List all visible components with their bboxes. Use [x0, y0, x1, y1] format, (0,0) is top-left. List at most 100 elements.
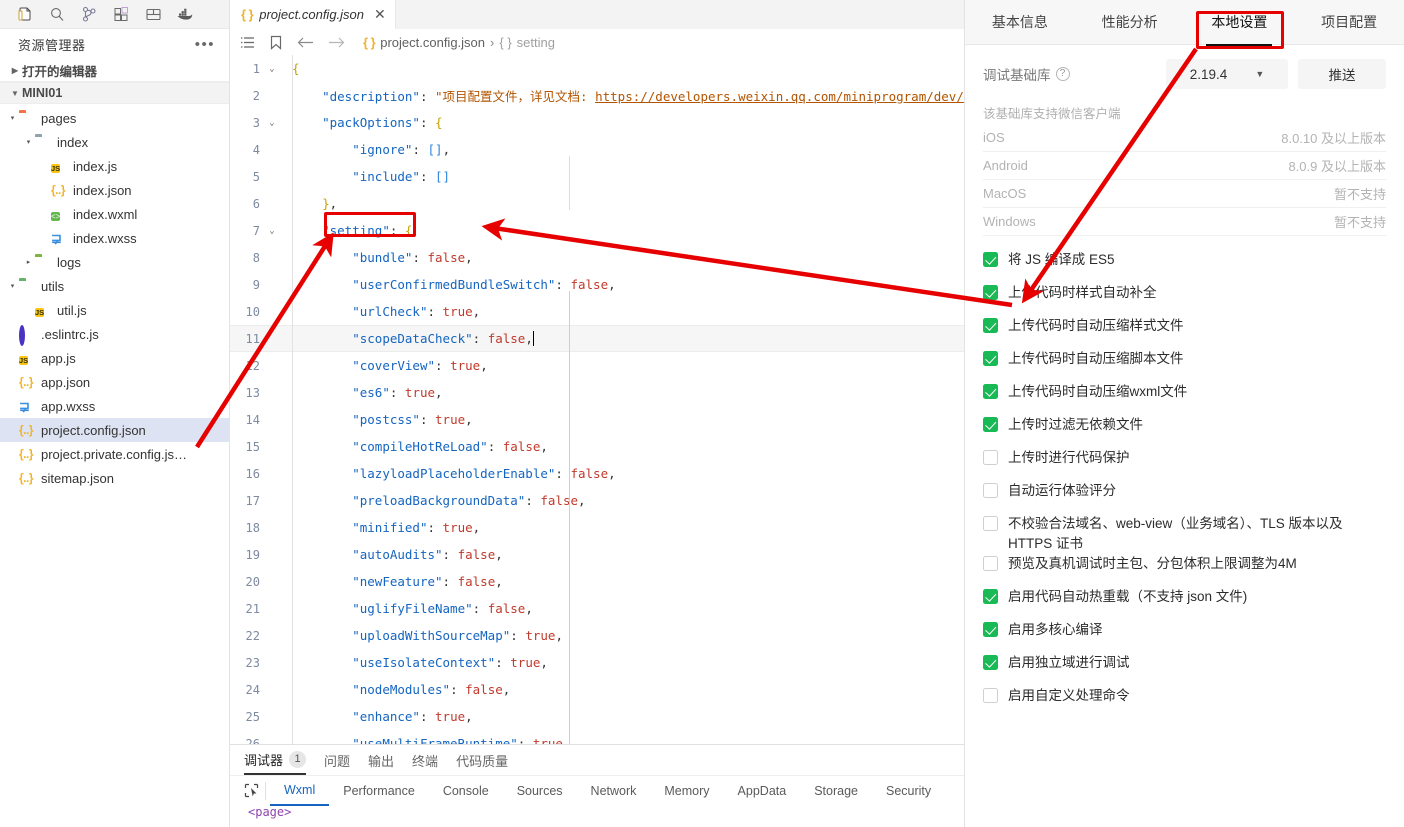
- devtools-panel-tab-sources[interactable]: Sources: [503, 776, 577, 806]
- settings-checkbox-1[interactable]: 将 JS 编译成 ES5: [983, 250, 1386, 283]
- tree-item-project-private-config-js-[interactable]: {..} project.private.config.js…: [0, 442, 229, 466]
- checkbox-box[interactable]: [983, 384, 998, 399]
- settings-checkbox-2[interactable]: 上传代码时样式自动补全: [983, 283, 1386, 316]
- code-line[interactable]: 5 "include": []: [230, 163, 964, 190]
- source-control-icon[interactable]: [74, 1, 104, 27]
- twisty-icon[interactable]: ▸: [22, 258, 35, 266]
- settings-tab-基本信息[interactable]: 基本信息: [965, 0, 1075, 45]
- tab-project-config-json[interactable]: { } project.config.json ✕: [230, 0, 396, 29]
- base-library-version-select[interactable]: 2.19.4 ▼: [1166, 59, 1288, 89]
- bookmark-icon[interactable]: [269, 35, 283, 50]
- code-line[interactable]: 15 "compileHotReLoad": false,: [230, 433, 964, 460]
- code-line[interactable]: 9 "userConfirmedBundleSwitch": false,: [230, 271, 964, 298]
- settings-checkbox-9[interactable]: 不校验合法域名、web-view（业务域名）、TLS 版本以及 HTTPS 证书: [983, 514, 1386, 554]
- settings-checkbox-7[interactable]: 上传时进行代码保护: [983, 448, 1386, 481]
- checkbox-box[interactable]: [983, 450, 998, 465]
- fold-toggle-icon[interactable]: ⌄: [264, 226, 280, 236]
- checkbox-box[interactable]: [983, 252, 998, 267]
- devtools-tab-终端[interactable]: 终端: [412, 745, 438, 775]
- breadcrumb-file[interactable]: project.config.json: [380, 35, 485, 50]
- search-icon[interactable]: [42, 1, 72, 27]
- code-line[interactable]: 3 ⌄ "packOptions": {: [230, 109, 964, 136]
- settings-tab-性能分析[interactable]: 性能分析: [1075, 0, 1185, 45]
- tree-item-index-wxss[interactable]: ⋥ index.wxss: [0, 226, 229, 250]
- help-icon[interactable]: ?: [1055, 67, 1070, 81]
- code-line[interactable]: 25 "enhance": true,: [230, 703, 964, 730]
- checkbox-box[interactable]: [983, 556, 998, 571]
- settings-checkbox-8[interactable]: 自动运行体验评分: [983, 481, 1386, 514]
- devtools-panel-tab-memory[interactable]: Memory: [650, 776, 723, 806]
- tree-item-index-json[interactable]: {..} index.json: [0, 178, 229, 202]
- docker-icon[interactable]: [170, 1, 200, 27]
- devtools-tab-调试器[interactable]: 调试器 1: [244, 745, 307, 775]
- settings-checkbox-4[interactable]: 上传代码时自动压缩脚本文件: [983, 349, 1386, 382]
- settings-tab-本地设置[interactable]: 本地设置: [1185, 0, 1295, 45]
- tree-item-logs[interactable]: ▸ logs: [0, 250, 229, 274]
- fold-toggle-icon[interactable]: ⌄: [264, 64, 280, 74]
- devtools-panel-tab-console[interactable]: Console: [429, 776, 503, 806]
- element-picker-icon[interactable]: [238, 781, 266, 800]
- project-root-section[interactable]: ▼ MINI01: [0, 82, 229, 104]
- fold-toggle-icon[interactable]: ⌄: [264, 118, 280, 128]
- checkbox-box[interactable]: [983, 483, 998, 498]
- settings-checkbox-3[interactable]: 上传代码时自动压缩样式文件: [983, 316, 1386, 349]
- code-line[interactable]: 2 "description": "项目配置文件，详见文档: https://d…: [230, 82, 964, 109]
- checkbox-box[interactable]: [983, 285, 998, 300]
- devtools-panel-tab-security[interactable]: Security: [872, 776, 945, 806]
- settings-checkbox-13[interactable]: 启用独立域进行调试: [983, 653, 1386, 686]
- twisty-icon[interactable]: ▾: [22, 138, 35, 146]
- outline-icon[interactable]: [240, 35, 255, 50]
- settings-checkbox-11[interactable]: 启用代码自动热重载（不支持 json 文件): [983, 587, 1386, 620]
- devtools-panel-tab-wxml[interactable]: Wxml: [270, 776, 330, 806]
- tree-item-app-js[interactable]: JS app.js: [0, 346, 229, 370]
- checkbox-box[interactable]: [983, 622, 998, 637]
- devtools-tab-输出[interactable]: 输出: [368, 745, 394, 775]
- code-editor[interactable]: 1 ⌄ {2 "description": "项目配置文件，详见文档: https:…: [230, 55, 964, 744]
- code-line[interactable]: 6 },: [230, 190, 964, 217]
- code-line[interactable]: 1 ⌄ {: [230, 55, 964, 82]
- code-line[interactable]: 12 "coverView": true,: [230, 352, 964, 379]
- explorer-more-button[interactable]: •••: [195, 36, 215, 53]
- devtools-panel-tab-appdata[interactable]: AppData: [724, 776, 801, 806]
- settings-checkbox-12[interactable]: 启用多核心编译: [983, 620, 1386, 653]
- code-line[interactable]: 4 "ignore": [],: [230, 136, 964, 163]
- settings-checkbox-10[interactable]: 预览及真机调试时主包、分包体积上限调整为4M: [983, 554, 1386, 587]
- devtools-panel-tab-storage[interactable]: Storage: [800, 776, 872, 806]
- code-line[interactable]: 10 "urlCheck": true,: [230, 298, 964, 325]
- devtools-panel-tab-performance[interactable]: Performance: [329, 776, 429, 806]
- close-icon[interactable]: ✕: [374, 6, 386, 23]
- code-line[interactable]: 8 "bundle": false,: [230, 244, 964, 271]
- tree-item-app-wxss[interactable]: ⋥ app.wxss: [0, 394, 229, 418]
- tree-item-index-wxml[interactable]: <> index.wxml: [0, 202, 229, 226]
- tree-item-utils[interactable]: ▾ utils: [0, 274, 229, 298]
- checkbox-box[interactable]: [983, 417, 998, 432]
- code-line[interactable]: 19 "autoAudits": false,: [230, 541, 964, 568]
- code-line[interactable]: 11 "scopeDataCheck": false,: [230, 325, 964, 352]
- code-line[interactable]: 20 "newFeature": false,: [230, 568, 964, 595]
- checkbox-box[interactable]: [983, 516, 998, 531]
- settings-tab-项目配置[interactable]: 项目配置: [1294, 0, 1404, 45]
- code-line[interactable]: 21 "uglifyFileName": false,: [230, 595, 964, 622]
- twisty-icon[interactable]: ▾: [6, 282, 19, 290]
- back-arrow-icon[interactable]: [297, 36, 314, 49]
- layout-icon[interactable]: [138, 1, 168, 27]
- twisty-icon[interactable]: ▾: [6, 114, 19, 122]
- code-line[interactable]: 26 "useMultiFrameRuntime": true,: [230, 730, 964, 744]
- code-line[interactable]: 16 "lazyloadPlaceholderEnable": false,: [230, 460, 964, 487]
- settings-checkbox-5[interactable]: 上传代码时自动压缩wxml文件: [983, 382, 1386, 415]
- tree-item-app-json[interactable]: {..} app.json: [0, 370, 229, 394]
- code-line[interactable]: 18 "minified": true,: [230, 514, 964, 541]
- checkbox-box[interactable]: [983, 351, 998, 366]
- checkbox-box[interactable]: [983, 589, 998, 604]
- tree-item-index-js[interactable]: JS index.js: [0, 154, 229, 178]
- tree-item-project-config-json[interactable]: {..} project.config.json: [0, 418, 229, 442]
- extensions-icon[interactable]: [106, 1, 136, 27]
- devtools-tab-问题[interactable]: 问题: [324, 745, 350, 775]
- tree-item-index[interactable]: ▾ index: [0, 130, 229, 154]
- code-line[interactable]: 14 "postcss": true,: [230, 406, 964, 433]
- open-editors-section[interactable]: ▶ 打开的编辑器: [0, 60, 229, 82]
- push-button[interactable]: 推送: [1298, 59, 1386, 89]
- code-line[interactable]: 24 "nodeModules": false,: [230, 676, 964, 703]
- checkbox-box[interactable]: [983, 318, 998, 333]
- forward-arrow-icon[interactable]: [328, 36, 345, 49]
